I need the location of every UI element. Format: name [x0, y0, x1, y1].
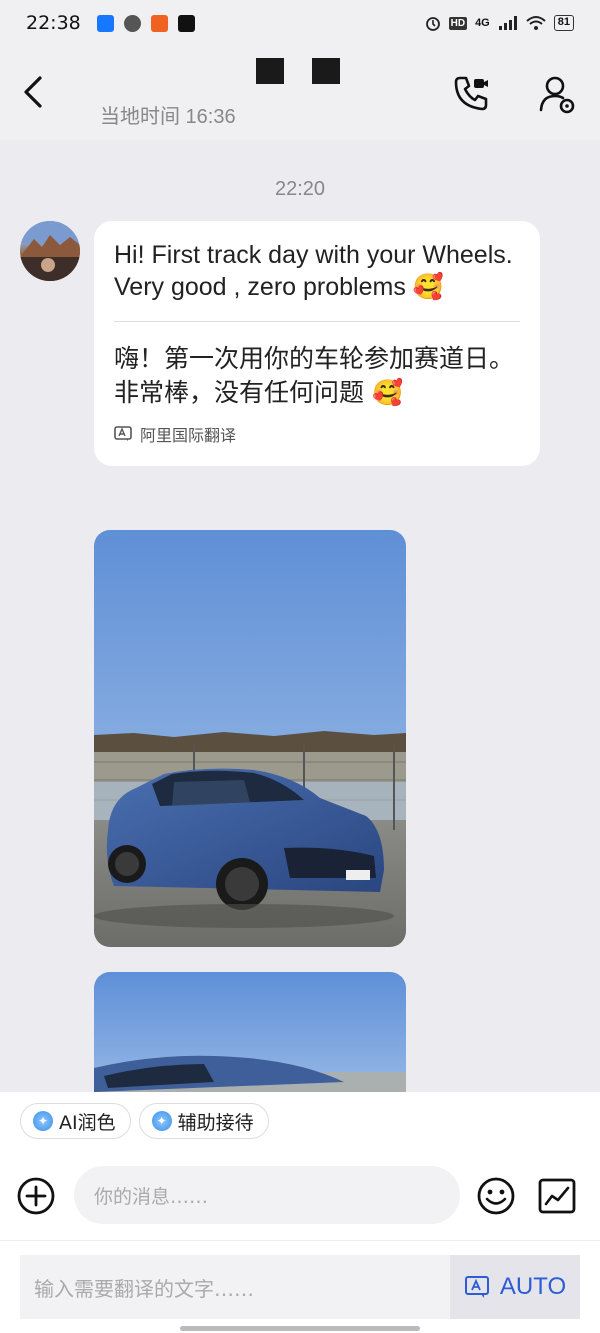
- expand-button[interactable]: [538, 1178, 576, 1214]
- ai-sparkle-icon: ✦: [151, 1111, 172, 1131]
- contact-name-redacted: [312, 58, 340, 84]
- alipay-icon: [96, 14, 114, 32]
- chevron-left-icon: [24, 76, 42, 108]
- network-label: 4G: [475, 17, 490, 29]
- ai-polish-chip[interactable]: ✦ AI润色: [20, 1103, 131, 1139]
- translator-label: 阿里国际翻译: [140, 426, 237, 445]
- assisted-reception-chip[interactable]: ✦ 辅助接待: [138, 1103, 269, 1139]
- local-time-label: 当地时间 16:36: [100, 106, 236, 128]
- taobao-icon: [150, 14, 168, 32]
- status-time: 22:38: [26, 12, 81, 34]
- message-original-text: Hi! First track day with your Wheels. Ve…: [114, 241, 513, 301]
- hd-badge: HD: [448, 16, 468, 30]
- message-photo[interactable]: [94, 972, 406, 1092]
- avatar[interactable]: [20, 221, 80, 281]
- user-settings-icon: [539, 76, 575, 114]
- blue-hatchback-car-photo: [94, 530, 406, 947]
- wechat-icon: [123, 14, 141, 32]
- call-button[interactable]: [452, 74, 490, 112]
- chat-messages-area[interactable]: 22:20 Hi! First track day with your Whee…: [0, 140, 600, 1092]
- translate-icon: [114, 426, 132, 441]
- status-indicators: HD 4G 81: [425, 15, 574, 31]
- emoji-button[interactable]: [476, 1176, 516, 1216]
- alarm-icon: [425, 17, 440, 31]
- plus-circle-icon: [17, 1177, 55, 1215]
- home-indicator[interactable]: [180, 1326, 420, 1331]
- contact-name-redacted: [256, 58, 284, 84]
- translator-credit: 阿里国际翻译: [114, 422, 520, 446]
- expand-icon: [538, 1178, 576, 1214]
- wifi-icon: [526, 16, 546, 30]
- status-bar: 22:38 HD 4G 81: [0, 0, 600, 46]
- add-attachment-button[interactable]: [16, 1176, 56, 1216]
- signal-icon: [498, 16, 517, 30]
- message-translated-text: 嗨！第一次用你的车轮参加赛道日。非常棒，没有任何问题 🥰: [114, 344, 515, 407]
- auto-label: AUTO: [499, 1273, 567, 1300]
- chat-header: 当地时间 16:36: [0, 46, 600, 140]
- battery-indicator: 81: [553, 15, 574, 31]
- translate-input[interactable]: 输入需要翻译的文字……: [20, 1255, 450, 1319]
- message-composer: 你的消息……: [0, 1150, 600, 1240]
- auto-translate-button[interactable]: AUTO: [450, 1255, 580, 1319]
- message-timestamp: 22:20: [274, 178, 326, 200]
- status-app-icons: [96, 14, 195, 32]
- message-bubble[interactable]: Hi! First track day with your Wheels. Ve…: [94, 221, 540, 466]
- chip-label: 辅助接待: [177, 1111, 254, 1134]
- avatar-image: [20, 221, 80, 281]
- translate-bar: 输入需要翻译的文字…… AUTO: [0, 1240, 600, 1333]
- smiley-icon: [477, 1177, 515, 1215]
- back-button[interactable]: [18, 72, 52, 112]
- translation-divider: [114, 321, 520, 322]
- quick-action-chips: ✦ AI润色 ✦ 辅助接待: [0, 1092, 600, 1150]
- message-input[interactable]: 你的消息……: [74, 1166, 460, 1224]
- translate-icon: [464, 1276, 489, 1298]
- ai-sparkle-icon: ✦: [33, 1111, 53, 1131]
- tiktok-icon: [177, 14, 195, 32]
- message-input-placeholder: 你的消息……: [94, 1185, 209, 1208]
- blue-car-partial-photo: [94, 972, 406, 1092]
- translate-input-placeholder: 输入需要翻译的文字……: [34, 1276, 254, 1301]
- chip-label: AI润色: [59, 1111, 116, 1134]
- message-photo[interactable]: [94, 530, 406, 947]
- profile-settings-button[interactable]: [538, 74, 576, 114]
